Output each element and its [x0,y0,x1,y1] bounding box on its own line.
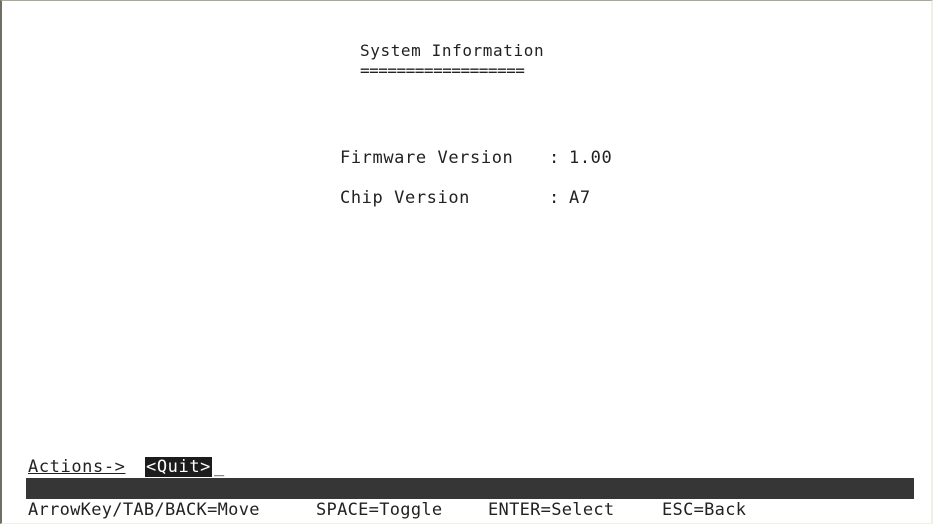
screen-title: System Information [360,41,545,60]
chip-version-label: Chip Version [340,188,471,208]
chip-version-value: A7 [569,188,591,208]
help-toggle-hint: SPACE=Toggle [316,500,443,520]
help-select-hint: ENTER=Select [488,500,615,520]
quit-action-button[interactable]: <Quit> [145,457,213,477]
chip-version-separator: : [549,188,560,208]
firmware-version-separator: : [549,148,560,168]
text-cursor: _ [214,457,225,477]
help-move-hint: ArrowKey/TAB/BACK=Move [28,500,260,520]
actions-label: Actions-> [28,457,126,477]
status-bar [26,478,914,499]
firmware-version-label: Firmware Version [340,148,514,168]
title-underline: ================== [360,61,525,80]
terminal-window: System Information ================== Fi… [0,0,933,524]
firmware-version-value: 1.00 [569,148,613,168]
help-back-hint: ESC=Back [662,500,747,520]
